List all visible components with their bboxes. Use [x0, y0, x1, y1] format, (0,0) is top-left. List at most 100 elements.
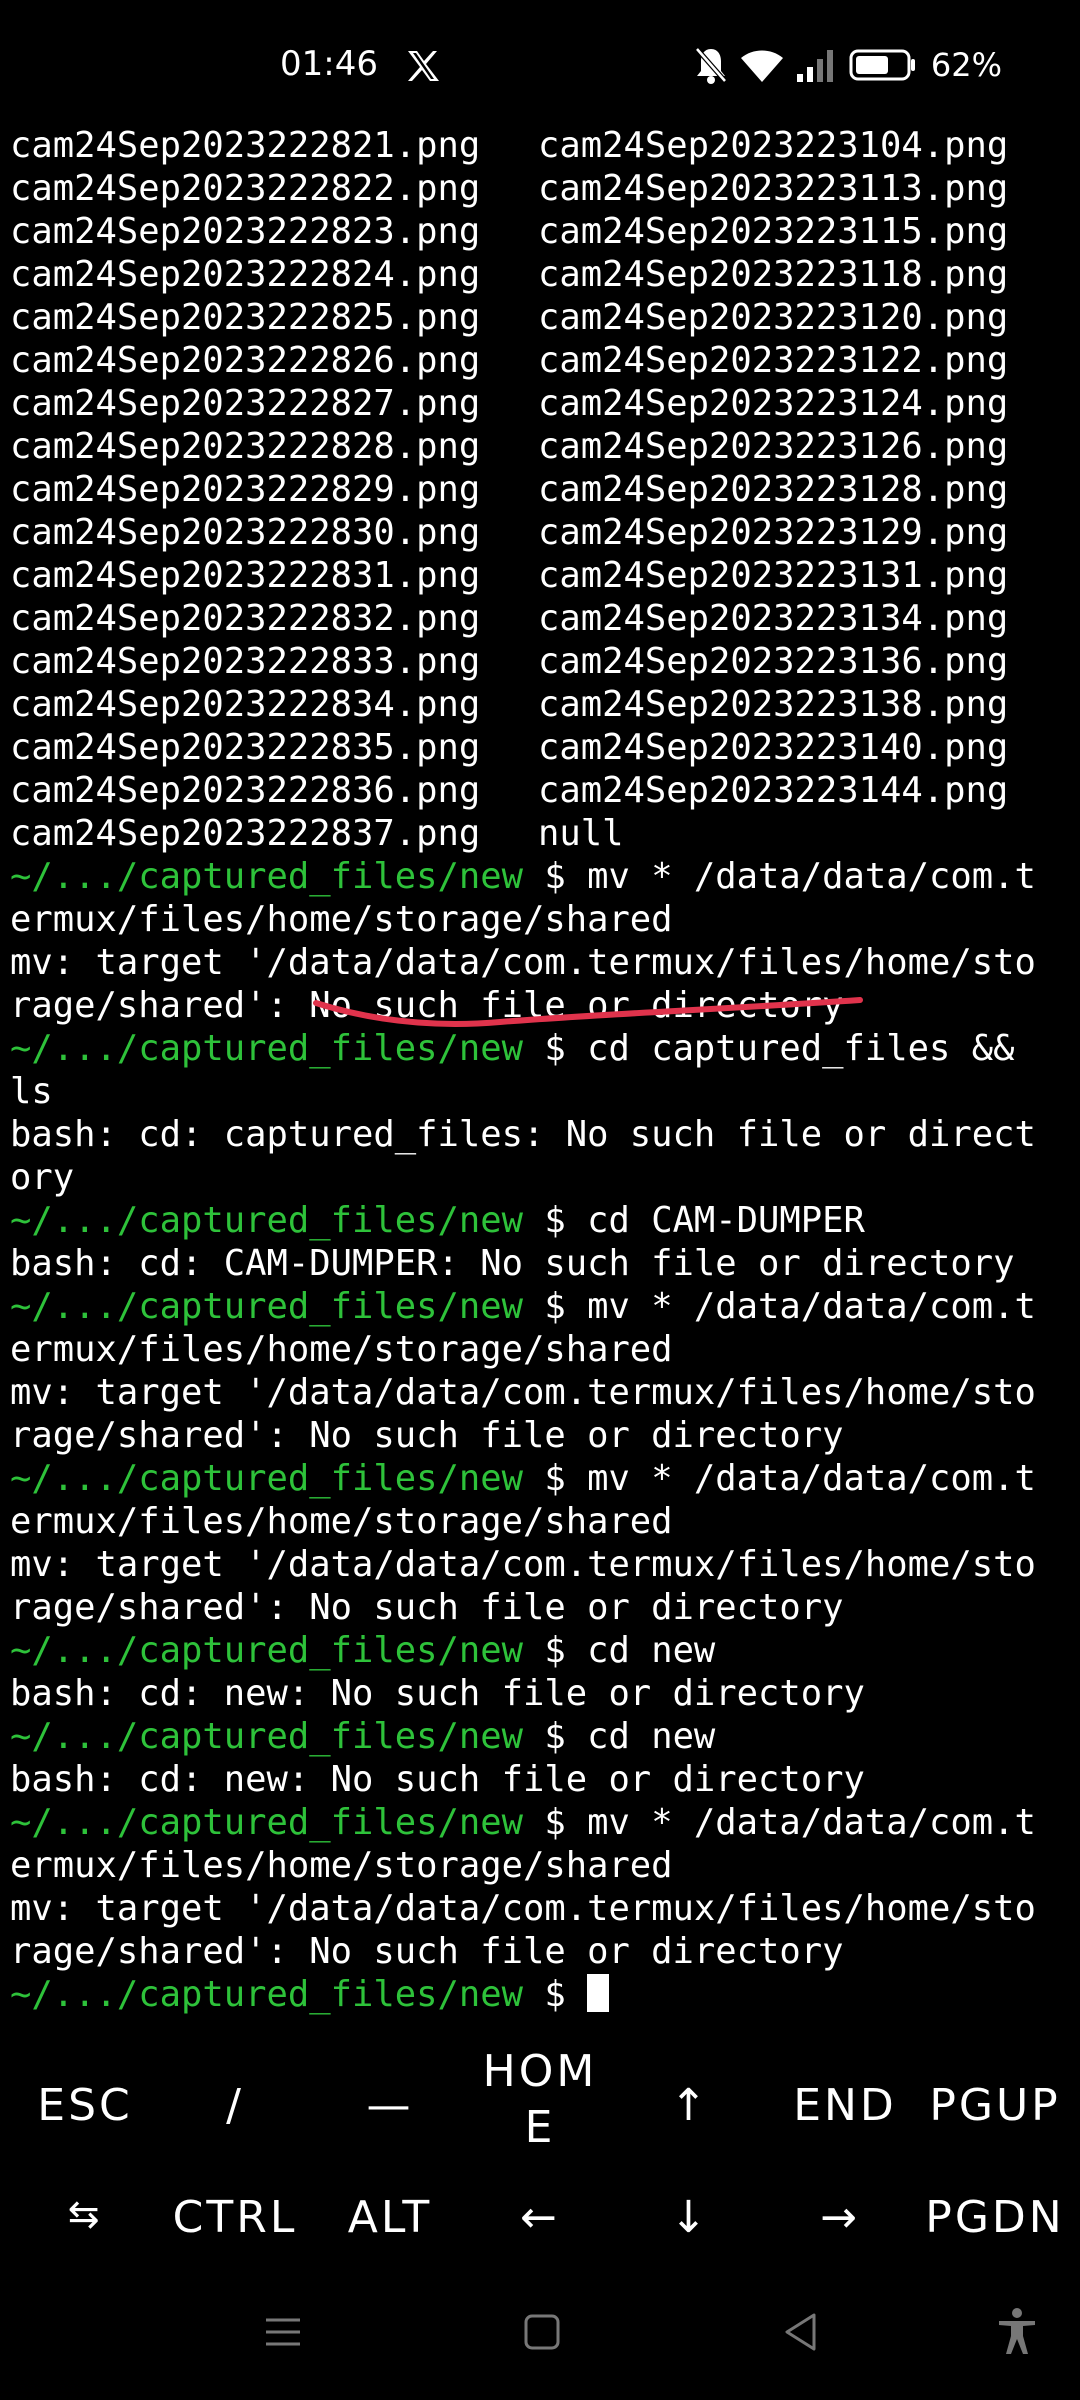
- output-line: mv: target '/data/data/com.termux/files/…: [10, 1887, 1070, 1930]
- file-name: cam24Sep2023222834.png: [10, 684, 481, 725]
- listing-row: cam24Sep2023222837.png null: [10, 812, 1070, 855]
- output-text: mv: target '/data/data/com.termux/files/…: [10, 1544, 1036, 1585]
- file-name: cam24Sep2023222821.png: [10, 125, 481, 166]
- annotation-underline: [313, 997, 863, 1027]
- file-name: cam24Sep2023222824.png: [10, 254, 481, 295]
- file-name: cam24Sep2023222823.png: [10, 211, 481, 252]
- file-name: cam24Sep2023222828.png: [10, 426, 481, 467]
- output-line: ls: [10, 1070, 1070, 1113]
- prompt-path: ~/.../captured_files/new: [10, 1716, 523, 1757]
- status-bar: 01:46 62%: [0, 0, 1080, 130]
- file-name: cam24Sep2023223126.png: [538, 426, 1009, 467]
- listing-row: cam24Sep2023222836.png cam24Sep2023223144…: [10, 769, 1070, 812]
- key-up-arrow[interactable]: ↑: [650, 2080, 730, 2131]
- listing-row: cam24Sep2023222823.png cam24Sep2023223115…: [10, 210, 1070, 253]
- output-text: bash: cd: new: No such file or directory: [10, 1673, 865, 1714]
- key-pgdn[interactable]: PGDN: [915, 2192, 1075, 2243]
- listing-row: cam24Sep2023222835.png cam24Sep2023223140…: [10, 726, 1070, 769]
- output-line: rage/shared': No such file or directory: [10, 1414, 1070, 1457]
- output-line: bash: cd: new: No such file or directory: [10, 1672, 1070, 1715]
- key-right-arrow[interactable]: →: [800, 2192, 880, 2243]
- key-dash[interactable]: —: [350, 2080, 430, 2131]
- listing-row: cam24Sep2023222821.png cam24Sep2023223104…: [10, 124, 1070, 167]
- output-text: ory: [10, 1157, 75, 1198]
- prompt-path: ~/.../captured_files/new: [10, 1630, 523, 1671]
- key-alt[interactable]: ALT: [335, 2192, 445, 2243]
- output-line: mv: target '/data/data/com.termux/files/…: [10, 1543, 1070, 1586]
- accessibility-icon[interactable]: [995, 2306, 1039, 2356]
- listing-row: cam24Sep2023222827.png cam24Sep2023223124…: [10, 382, 1070, 425]
- output-text: ermux/files/home/storage/shared: [10, 1329, 673, 1370]
- output-line: ermux/files/home/storage/shared: [10, 1328, 1070, 1371]
- key-left-arrow[interactable]: ←: [500, 2192, 580, 2243]
- x-app-icon: [408, 51, 439, 81]
- command-text: $ cd CAM-DUMPER: [522, 1200, 865, 1241]
- output-line: mv: target '/data/data/com.termux/files/…: [10, 1371, 1070, 1414]
- prompt-symbol: $: [522, 1974, 588, 2015]
- command-text: $ mv * /data/data/com.t: [522, 1458, 1036, 1499]
- file-name: cam24Sep2023222831.png: [10, 555, 481, 596]
- file-name: cam24Sep2023223115.png: [538, 211, 1009, 252]
- file-name: cam24Sep2023222837.png: [10, 813, 481, 854]
- file-name: cam24Sep2023222822.png: [10, 168, 481, 209]
- status-time: 01:46: [280, 44, 378, 84]
- prompt-path: ~/.../captured_files/new: [10, 1802, 523, 1843]
- key-down-arrow[interactable]: ↓: [650, 2192, 730, 2243]
- battery-percent: 62%: [930, 46, 1002, 84]
- file-name: cam24Sep2023223120.png: [538, 297, 1009, 338]
- output-text: bash: cd: CAM-DUMPER: No such file or di…: [10, 1243, 1015, 1284]
- back-icon[interactable]: [780, 2310, 822, 2354]
- listing-row: cam24Sep2023222828.png cam24Sep2023223126…: [10, 425, 1070, 468]
- output-text: bash: cd: captured_files: No such file o…: [10, 1114, 1036, 1155]
- listing-row: cam24Sep2023222826.png cam24Sep2023223122…: [10, 339, 1070, 382]
- active-prompt-line[interactable]: ~/.../captured_files/new $: [10, 1973, 1070, 2016]
- key-home[interactable]: HOM E: [470, 2044, 610, 2156]
- output-line: ermux/files/home/storage/shared: [10, 1844, 1070, 1887]
- output-line: bash: cd: CAM-DUMPER: No such file or di…: [10, 1242, 1070, 1285]
- command-line: ~/.../captured_files/new $ mv * /data/da…: [10, 1285, 1070, 1328]
- key-esc[interactable]: ESC: [35, 2080, 135, 2131]
- file-name: cam24Sep2023222832.png: [10, 598, 481, 639]
- key-pgup[interactable]: PGUP: [920, 2080, 1070, 2131]
- output-text: rage/shared': No such file or directory: [10, 1931, 844, 1972]
- home-icon[interactable]: [522, 2312, 562, 2352]
- output-text: ermux/files/home/storage/shared: [10, 899, 673, 940]
- command-text: $ mv * /data/data/com.t: [522, 1802, 1036, 1843]
- prompt-path: ~/.../captured_files/new: [10, 1974, 523, 2015]
- command-line: ~/.../captured_files/new $ cd new: [10, 1629, 1070, 1672]
- key-end[interactable]: END: [785, 2080, 905, 2131]
- key-tab[interactable]: ⇆: [50, 2192, 120, 2236]
- file-name: cam24Sep2023222826.png: [10, 340, 481, 381]
- text-cursor: [587, 1974, 610, 2012]
- command-line: ~/.../captured_files/new $ cd new: [10, 1715, 1070, 1758]
- file-name: cam24Sep2023222836.png: [10, 770, 481, 811]
- file-name: cam24Sep2023222833.png: [10, 641, 481, 682]
- output-line: ermux/files/home/storage/shared: [10, 898, 1070, 941]
- file-name: cam24Sep2023223118.png: [538, 254, 1009, 295]
- command-text: $ mv * /data/data/com.t: [522, 856, 1036, 897]
- key-ctrl[interactable]: CTRL: [165, 2192, 305, 2243]
- output-line: bash: cd: new: No such file or directory: [10, 1758, 1070, 1801]
- file-name: cam24Sep2023223124.png: [538, 383, 1009, 424]
- output-line: rage/shared': No such file or directory: [10, 1930, 1070, 1973]
- file-name: cam24Sep2023223128.png: [538, 469, 1009, 510]
- prompt-path: ~/.../captured_files/new: [10, 1200, 523, 1241]
- prompt-path: ~/.../captured_files/new: [10, 1458, 523, 1499]
- menu-icon[interactable]: [262, 2312, 304, 2352]
- file-name: cam24Sep2023223136.png: [538, 641, 1009, 682]
- listing-row: cam24Sep2023222831.png cam24Sep2023223131…: [10, 554, 1070, 597]
- output-line: rage/shared': No such file or directory: [10, 1586, 1070, 1629]
- key-slash[interactable]: /: [200, 2080, 270, 2131]
- file-name: cam24Sep2023223140.png: [538, 727, 1009, 768]
- file-name: cam24Sep2023222827.png: [10, 383, 481, 424]
- terminal-output[interactable]: cam24Sep2023222821.png cam24Sep2023223104…: [10, 124, 1070, 2016]
- file-name: cam24Sep2023223144.png: [538, 770, 1009, 811]
- listing-row: cam24Sep2023222834.png cam24Sep2023223138…: [10, 683, 1070, 726]
- command-line: ~/.../captured_files/new $ mv * /data/da…: [10, 855, 1070, 898]
- output-text: ermux/files/home/storage/shared: [10, 1501, 673, 1542]
- command-text: $ mv * /data/data/com.t: [522, 1286, 1036, 1327]
- battery-icon: [849, 49, 915, 81]
- file-name: cam24Sep2023222835.png: [10, 727, 481, 768]
- listing-row: cam24Sep2023222833.png cam24Sep2023223136…: [10, 640, 1070, 683]
- wifi-icon: [740, 50, 783, 82]
